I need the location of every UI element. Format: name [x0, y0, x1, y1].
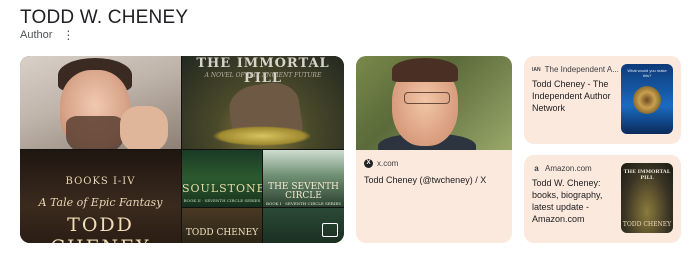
image-collage: THE IMMORTAL PILL A NOVEL OF THE ANCIENT…	[20, 56, 344, 243]
cover-tagline: A Tale of Epic Fantasy	[38, 196, 163, 209]
amazon-card-title[interactable]: Todd W. Cheney: books, biography, latest…	[532, 177, 612, 225]
amazon-source-label: Amazon.com	[545, 164, 592, 173]
more-options-icon[interactable]: ⋮	[62, 29, 74, 41]
ring-art	[633, 86, 661, 114]
amazon-logo-icon: a	[534, 164, 539, 173]
cover-title: THE IMMORTAL PILL	[196, 56, 330, 86]
cover-author-small: TODD CHENEY	[185, 228, 259, 238]
subtitle-row: Author ⋮	[20, 29, 74, 41]
cover-subtitle: A NOVEL OF THE ANCIENT FUTURE	[204, 72, 322, 79]
image-immortal-pill-cover[interactable]: THE IMMORTAL PILL A NOVEL OF THE ANCIENT…	[182, 56, 344, 149]
cover-soulstone-series: BOOK II · SEVENTH CIRCLE SERIES	[183, 198, 261, 203]
independent-source-row: IAN The Independent A...	[532, 65, 619, 74]
cover-books-range: BOOKS I-IV	[65, 176, 136, 187]
x-source-label: x.com	[377, 159, 399, 168]
amazon-thumb-title: THE IMMORTAL PILL	[623, 169, 671, 181]
x-logo-icon: X	[364, 159, 373, 168]
result-card-independent-author[interactable]: IAN The Independent A... Todd Cheney - T…	[524, 56, 681, 144]
independent-card-title[interactable]: Todd Cheney - The Independent Author Net…	[532, 78, 612, 114]
independent-thumb-caption: What would you make this?	[627, 68, 667, 78]
amazon-thumbnail: THE IMMORTAL PILL TODD CHENEY	[621, 163, 673, 233]
cover-seventh-series: BOOK I · SEVENTH CIRCLE SERIES	[265, 201, 342, 206]
image-tale-of-epic-fantasy-cover[interactable]: BOOKS I-IV A Tale of Epic Fantasy TODD C…	[20, 150, 181, 243]
result-card-amazon[interactable]: a Amazon.com Todd W. Cheney: books, biog…	[524, 155, 681, 243]
cover-seventh-title-2: CIRCLE	[285, 191, 322, 201]
x-photo-hair	[392, 58, 458, 82]
image-todd-cheney-cover[interactable]: TODD CHENEY	[182, 208, 262, 243]
independent-thumbnail: What would you make this?	[621, 64, 673, 134]
subtitle: Author	[20, 29, 53, 41]
result-card-x[interactable]: X x.com Todd Cheney (@twcheney) / X	[356, 56, 512, 243]
page-title: TODD W. CHENEY	[20, 7, 189, 28]
portrait-hand	[120, 106, 168, 149]
ian-logo-icon: IAN	[532, 66, 541, 73]
image-gallery-icon[interactable]	[322, 223, 338, 237]
cover-author: TODD CHENEY	[50, 214, 148, 243]
cover-soulstone-title: SOULSTONE	[182, 182, 262, 195]
image-more-covers[interactable]	[263, 208, 344, 243]
x-profile-photo	[356, 56, 512, 150]
amazon-source-row: a Amazon.com	[532, 164, 592, 173]
cover-coins-art	[212, 126, 312, 146]
image-author-portrait[interactable]	[20, 56, 181, 149]
x-source-row: X x.com	[364, 159, 398, 168]
image-soulstone-cover[interactable]: SOULSTONE BOOK II · SEVENTH CIRCLE SERIE…	[182, 150, 262, 207]
amazon-thumb-author: TODD CHENEY	[622, 221, 672, 228]
x-card-title[interactable]: Todd Cheney (@twcheney) / X	[364, 174, 504, 186]
image-seventh-circle-cover[interactable]: THE SEVENTH CIRCLE BOOK I · SEVENTH CIRC…	[263, 150, 344, 207]
x-photo-glasses	[404, 92, 450, 104]
portrait-beard	[66, 116, 124, 149]
independent-source-label: The Independent A...	[544, 65, 619, 74]
